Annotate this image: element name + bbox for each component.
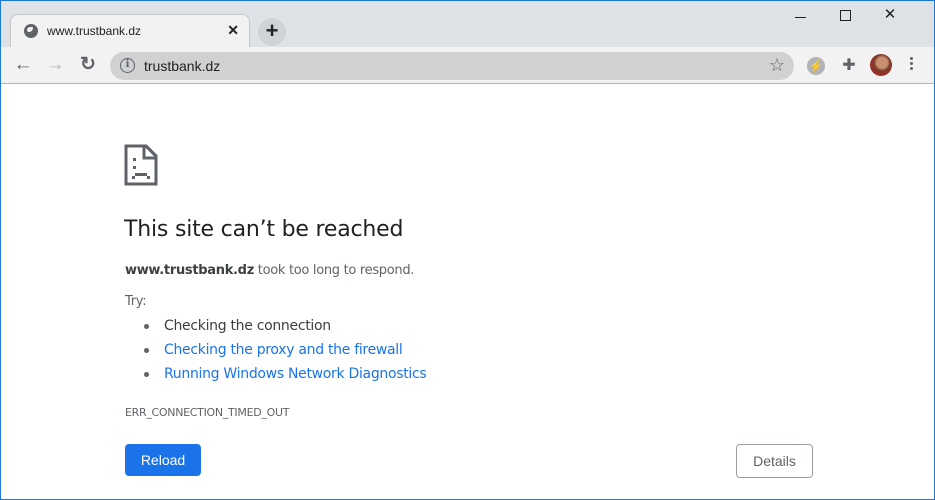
title-bar: www.trustbank.dz ✕ + ✕ — [1, 1, 934, 48]
kebab-menu-icon[interactable] — [907, 57, 915, 75]
extensions-puzzle-icon[interactable]: ✚ — [839, 55, 859, 75]
bookmark-star-icon[interactable]: ☆ — [769, 55, 785, 76]
reload-icon-button[interactable]: ↻ — [77, 54, 99, 76]
address-bar[interactable]: i trustbank.dz ☆ — [110, 52, 794, 80]
details-button[interactable]: Details — [736, 444, 813, 478]
page-title: This site can’t be reached — [124, 217, 404, 242]
tab-trustbank[interactable]: www.trustbank.dz ✕ — [10, 14, 250, 48]
info-icon[interactable]: i — [120, 58, 135, 73]
new-tab-button[interactable]: + — [258, 18, 286, 46]
back-button[interactable]: ← — [12, 54, 34, 76]
minimize-button[interactable] — [778, 5, 822, 27]
url-text[interactable]: trustbank.dz — [144, 58, 220, 74]
profile-avatar[interactable] — [870, 54, 892, 76]
reload-button[interactable]: Reload — [125, 444, 201, 476]
tab-title: www.trustbank.dz — [47, 24, 142, 38]
host-name: www.trustbank.dz — [125, 263, 254, 278]
globe-icon — [24, 24, 38, 38]
maximize-button[interactable] — [823, 5, 867, 27]
error-code: ERR_CONNECTION_TIMED_OUT — [125, 406, 290, 419]
minimize-icon — [794, 17, 806, 18]
lightning-extension-icon[interactable]: ⚡ — [807, 57, 825, 75]
suggestion-network-diagnostics-link[interactable]: Running Windows Network Diagnostics — [143, 365, 427, 389]
browser-window: www.trustbank.dz ✕ + ✕ ← → ↻ i trustbank… — [0, 0, 935, 500]
browser-toolbar: ← → ↻ i trustbank.dz ☆ ⚡ ✚ — [1, 47, 934, 84]
tab-close-icon[interactable]: ✕ — [227, 22, 239, 39]
close-window-button[interactable]: ✕ — [868, 5, 912, 27]
suggestions-list: Checking the connection Checking the pro… — [143, 317, 427, 389]
suggestion-proxy-firewall-link[interactable]: Checking the proxy and the firewall — [143, 341, 426, 365]
error-summary: www.trustbank.dz took too long to respon… — [125, 263, 414, 278]
error-page: This site can’t be reached www.trustbank… — [1, 85, 934, 499]
summary-text: took too long to respond. — [253, 263, 415, 278]
suggestion-check-connection: Checking the connection — [143, 317, 426, 341]
sad-page-icon — [124, 144, 158, 186]
try-label: Try: — [125, 294, 147, 309]
maximize-icon — [839, 10, 851, 21]
forward-button[interactable]: → — [44, 54, 66, 76]
